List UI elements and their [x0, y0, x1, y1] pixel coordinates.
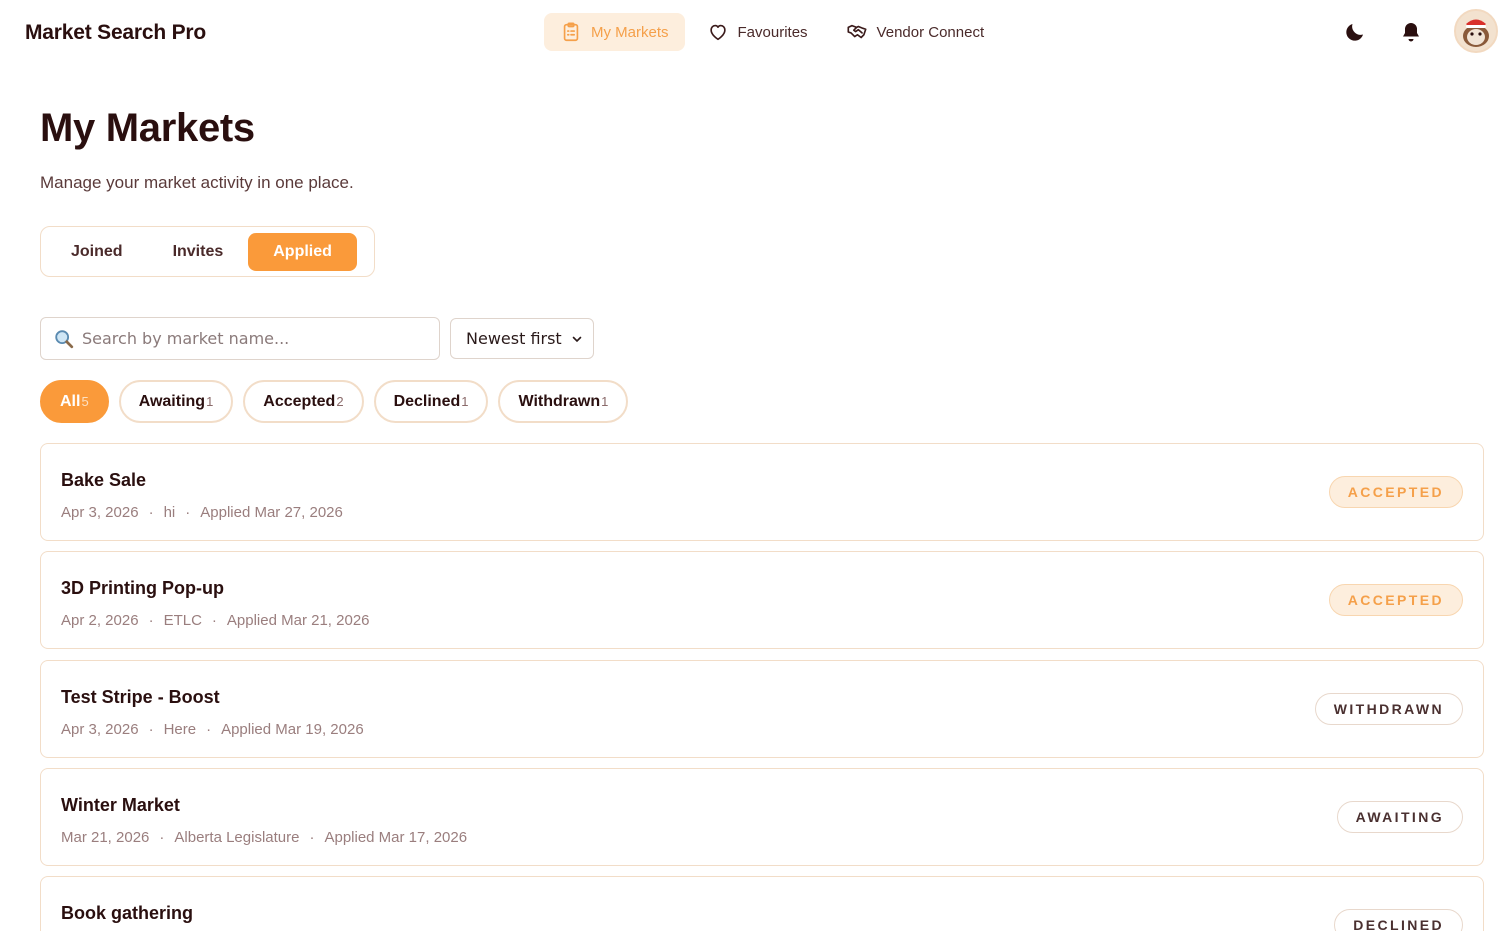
filter-count: 1 [461, 394, 469, 409]
sort-selected: Newest first [466, 329, 562, 348]
nav-vendor-connect[interactable]: Vendor Connect [830, 13, 1001, 51]
nav-my-markets[interactable]: My Markets [544, 13, 685, 51]
market-meta: Apr 3, 2026 · Here · Applied Mar 19, 2026 [61, 721, 364, 738]
market-date: Apr 3, 2026 [61, 721, 139, 738]
application-card[interactable]: 3D Printing Pop-up Apr 2, 2026 · ETLC · Ap… [40, 551, 1484, 649]
market-location: ETLC [163, 612, 202, 629]
brand-logo-text[interactable]: Market Search Pro [25, 21, 206, 45]
filter-label: Withdrawn [518, 392, 601, 410]
filter-count: 1 [206, 394, 214, 409]
applied-date: Applied Mar 27, 2026 [200, 504, 343, 521]
market-location: Alberta Legislature [174, 829, 300, 846]
avatar[interactable] [1454, 9, 1498, 53]
search-input[interactable] [82, 329, 412, 348]
filter-label: Awaiting [138, 392, 206, 410]
market-name: Book gathering [61, 903, 194, 923]
notifications-button[interactable] [1397, 18, 1425, 46]
market-meta: Apr 2, 2026 · ETLC · Applied Mar 21, 2026 [61, 612, 370, 629]
moon-icon [1346, 24, 1363, 41]
status-badge: WITHDRAWN [1314, 693, 1463, 725]
filter-awaiting[interactable]: Awaiting 1 [118, 380, 234, 423]
sort-select[interactable]: Newest first [450, 318, 594, 359]
market-name: Test Stripe - Boost [61, 687, 220, 707]
page-subtitle: Manage your market activity in one place… [40, 173, 354, 192]
bell-icon [1403, 23, 1419, 42]
market-date: Apr 3, 2026 [61, 504, 139, 521]
clipboard-icon [563, 22, 579, 42]
filter-declined[interactable]: Declined 1 [373, 380, 489, 423]
tab-invites[interactable]: Invites [148, 233, 249, 271]
theme-toggle[interactable] [1341, 18, 1369, 46]
market-name: 3D Printing Pop-up [61, 578, 224, 598]
tab-group: Joined Invites Applied [40, 226, 375, 277]
market-name: Bake Sale [61, 470, 147, 490]
status-filters: All 5 Awaiting 1 Accepted 2 Declined 1 Withd… [40, 380, 629, 423]
filter-label: Declined [393, 392, 461, 410]
filter-label: Accepted [263, 392, 336, 410]
search-box [40, 317, 440, 360]
filter-count: 5 [81, 394, 89, 409]
nav-favourites[interactable]: Favourites [691, 13, 824, 51]
application-card[interactable]: Winter Market Mar 21, 2026 · Alberta Legi… [40, 768, 1484, 866]
application-card[interactable]: Bake Sale Apr 3, 2026 · hi · Applied Mar 2… [40, 443, 1484, 541]
status-badge: ACCEPTED [1328, 476, 1463, 508]
market-name: Winter Market [61, 795, 180, 815]
status-badge: DECLINED [1334, 909, 1463, 931]
nav-label: Favourites [737, 23, 808, 41]
applied-date: Applied Mar 19, 2026 [221, 721, 364, 738]
applied-date: Applied Mar 17, 2026 [324, 829, 468, 846]
market-date: Mar 21, 2026 [61, 829, 150, 846]
page-title: My Markets [40, 106, 255, 150]
top-bar: Market Search Pro My Markets Favourites … [0, 0, 1506, 66]
heart-icon [709, 24, 726, 41]
nav-label: Vendor Connect [876, 23, 985, 41]
market-date: Apr 2, 2026 [61, 612, 139, 629]
handshake-icon [847, 24, 867, 39]
filter-all[interactable]: All 5 [40, 380, 109, 423]
tab-applied[interactable]: Applied [248, 232, 357, 271]
application-card[interactable]: Book gathering DECLINED [40, 876, 1484, 931]
filter-count: 2 [336, 394, 344, 409]
search-icon [55, 329, 74, 348]
filter-withdrawn[interactable]: Withdrawn 1 [498, 380, 629, 423]
status-badge: AWAITING [1336, 801, 1463, 833]
market-meta: Mar 21, 2026 · Alberta Legislature · Appli… [61, 829, 468, 846]
tab-joined[interactable]: Joined [46, 233, 148, 271]
main-nav: My Markets Favourites Vendor Connect [544, 13, 1000, 51]
filter-accepted[interactable]: Accepted 2 [243, 380, 364, 423]
status-badge: ACCEPTED [1328, 584, 1463, 616]
filter-label: All [60, 392, 81, 410]
market-location: Here [163, 721, 197, 738]
application-card[interactable]: Test Stripe - Boost Apr 3, 2026 · Here · A… [40, 660, 1484, 758]
market-location: hi [163, 504, 176, 521]
market-meta: Apr 3, 2026 · hi · Applied Mar 27, 2026 [61, 504, 343, 521]
nav-label: My Markets [591, 23, 669, 41]
avatar-image [1456, 11, 1496, 51]
applied-date: Applied Mar 21, 2026 [226, 612, 370, 629]
chevron-down-icon [572, 336, 582, 343]
filter-count: 1 [601, 394, 609, 409]
